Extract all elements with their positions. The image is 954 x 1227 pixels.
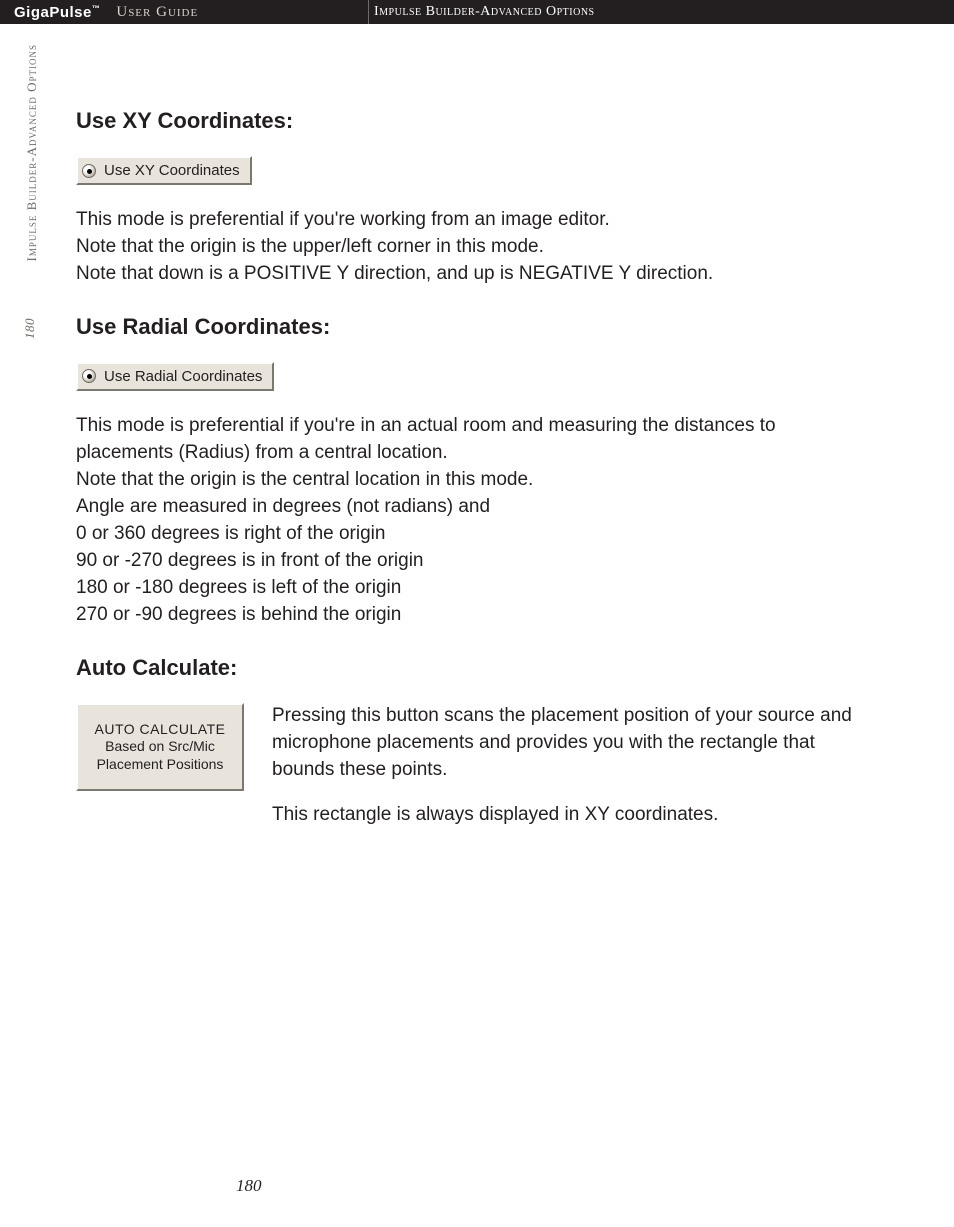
body-use-xy: This mode is preferential if you're work… xyxy=(76,207,876,288)
auto-calc-para2: This rectangle is always displayed in XY… xyxy=(272,802,876,829)
auto-calc-line1: AUTO CALCULATE xyxy=(84,721,236,739)
header-divider xyxy=(368,0,369,24)
radio-use-xy-label: Use XY Coordinates xyxy=(104,162,240,179)
footer-page-number: 180 xyxy=(236,1176,262,1196)
auto-calc-para1: Pressing this button scans the placement… xyxy=(272,703,876,784)
doc-type: User Guide xyxy=(100,4,198,21)
side-page-number: 180 xyxy=(22,318,38,339)
radio-dot-icon xyxy=(82,369,96,383)
side-section-tab: Impulse Builder-Advanced Options xyxy=(24,44,40,261)
header-section-title: Impulse Builder-Advanced Options xyxy=(374,0,595,24)
auto-calculate-button[interactable]: AUTO CALCULATE Based on Src/Mic Placemen… xyxy=(76,703,244,792)
page-content: Use XY Coordinates: Use XY Coordinates T… xyxy=(76,108,876,847)
radio-use-radial-label: Use Radial Coordinates xyxy=(104,368,262,385)
radio-use-radial[interactable]: Use Radial Coordinates xyxy=(76,362,274,391)
brand-logo: GigaPulse™ xyxy=(0,4,100,21)
trademark: ™ xyxy=(92,4,101,13)
brand-name: GigaPulse xyxy=(14,4,92,21)
radio-use-xy[interactable]: Use XY Coordinates xyxy=(76,156,252,185)
heading-use-xy: Use XY Coordinates: xyxy=(76,108,876,134)
heading-use-radial: Use Radial Coordinates: xyxy=(76,314,876,340)
auto-calc-row: AUTO CALCULATE Based on Src/Mic Placemen… xyxy=(76,703,876,847)
header-bar: GigaPulse™ User Guide Impulse Builder-Ad… xyxy=(0,0,954,24)
auto-calc-text: Pressing this button scans the placement… xyxy=(272,703,876,847)
auto-calc-line2: Based on Src/Mic xyxy=(84,738,236,756)
radio-dot-icon xyxy=(82,164,96,178)
heading-auto-calc: Auto Calculate: xyxy=(76,655,876,681)
body-use-radial: This mode is preferential if you're in a… xyxy=(76,413,876,629)
auto-calc-line3: Placement Positions xyxy=(84,756,236,774)
